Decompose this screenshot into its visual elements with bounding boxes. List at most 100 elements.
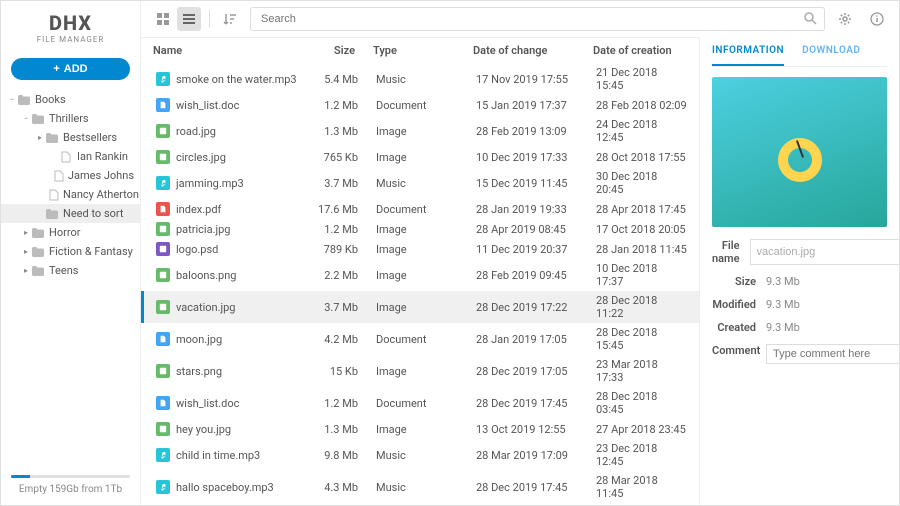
- col-size[interactable]: Size: [313, 44, 373, 57]
- file-row[interactable]: circles.jpg765 KbImage10 Dec 2019 17:332…: [141, 147, 699, 167]
- settings-button[interactable]: [833, 7, 857, 31]
- file-size: 4.3 Mb: [316, 481, 376, 494]
- file-type: Music: [376, 73, 476, 86]
- tree-toggle-icon[interactable]: ▸: [21, 266, 31, 275]
- tab-download[interactable]: DOWNLOAD: [802, 37, 860, 66]
- image-file-icon: [156, 124, 170, 138]
- grid-view-button[interactable]: [151, 7, 175, 31]
- created-label: Created: [712, 321, 766, 334]
- tree-toggle-icon[interactable]: −: [21, 114, 31, 123]
- add-button[interactable]: + ADD: [11, 58, 130, 80]
- tree-item[interactable]: ▸ Fiction & Fantasy: [1, 242, 140, 261]
- file-change: 28 Dec 2019 17:45: [476, 481, 596, 494]
- tree-item[interactable]: Ian Rankin: [1, 147, 140, 166]
- storage-text: Empty 159Gb from 1Tb: [11, 484, 130, 495]
- search-icon: [804, 12, 817, 28]
- doc-file-icon: [156, 332, 170, 346]
- pdf-file-icon: [156, 202, 170, 216]
- file-change: 28 Apr 2019 08:45: [476, 223, 596, 236]
- file-row[interactable]: stars.png15 KbImage28 Dec 2019 17:0523 M…: [141, 355, 699, 387]
- file-row[interactable]: baloons.png2.2 MbImage28 Feb 2019 09:451…: [141, 259, 699, 291]
- tab-information[interactable]: INFORMATION: [712, 37, 784, 66]
- file-type: Document: [376, 99, 476, 112]
- folder-icon: [31, 246, 45, 258]
- folder-icon: [31, 265, 45, 277]
- tree-item[interactable]: ▸Teens: [1, 261, 140, 280]
- tree-item[interactable]: −Thrillers: [1, 109, 140, 128]
- file-type: Music: [376, 449, 476, 462]
- col-change[interactable]: Date of change: [473, 44, 593, 57]
- image-file-icon: [156, 422, 170, 436]
- filename-input[interactable]: [750, 239, 899, 265]
- file-type: Image: [376, 365, 476, 378]
- file-row[interactable]: index.pdf17.6 MbDocument28 Jan 2019 19:3…: [141, 199, 699, 219]
- col-create[interactable]: Date of creation: [593, 44, 687, 57]
- folder-icon: [31, 113, 45, 125]
- file-size: 3.7 Mb: [316, 177, 376, 190]
- folder-icon: [17, 94, 31, 106]
- file-change: 15 Jan 2019 17:37: [476, 99, 596, 112]
- file-row[interactable]: moon.jpg4.2 MbDocument28 Jan 2019 17:052…: [141, 323, 699, 355]
- file-create: 28 Jan 2018 11:45: [596, 243, 687, 256]
- file-create: 23 Dec 2018 12:45: [596, 442, 687, 468]
- tree-item[interactable]: ▸Horror: [1, 223, 140, 242]
- file-row[interactable]: what's on your mind.pdf17.6 MbDocument11…: [141, 503, 699, 505]
- file-create: 27 Apr 2018 23:45: [596, 423, 687, 436]
- tree-item-label: Bestsellers: [63, 131, 117, 144]
- file-change: 28 Feb 2019 09:45: [476, 269, 596, 282]
- tree-item-label: Fiction & Fantasy: [49, 245, 133, 258]
- file-row[interactable]: wish_list.doc1.2 MbDocument15 Jan 2019 1…: [141, 95, 699, 115]
- tree-item[interactable]: − Books: [1, 90, 140, 109]
- file-type: Music: [376, 481, 476, 494]
- tree-item-label: Books: [35, 93, 66, 106]
- file-change: 28 Jan 2019 17:05: [476, 333, 596, 346]
- image-file-icon: [156, 268, 170, 282]
- tree-toggle-icon[interactable]: ▸: [21, 228, 31, 237]
- info-button[interactable]: [865, 7, 889, 31]
- file-create: 24 Dec 2018 12:45: [596, 118, 687, 144]
- gear-icon: [838, 12, 852, 26]
- col-name[interactable]: Name: [153, 44, 313, 57]
- file-row[interactable]: logo.psd789 KbImage11 Dec 2019 20:3728 J…: [141, 239, 699, 259]
- file-row[interactable]: wish_list.doc1.2 MbDocument28 Dec 2019 1…: [141, 387, 699, 419]
- file-size: 1.2 Mb: [316, 223, 376, 236]
- file-row[interactable]: patricia.jpg1.2 MbImage28 Apr 2019 08:45…: [141, 219, 699, 239]
- tree-item[interactable]: Nancy Atherton: [1, 185, 140, 204]
- tree-toggle-icon[interactable]: −: [7, 95, 17, 104]
- tree-item-label: Nancy Atherton: [63, 188, 139, 201]
- file-row[interactable]: child in time.mp39.8 MbMusic28 Mar 2019 …: [141, 439, 699, 471]
- search-input[interactable]: [250, 7, 825, 31]
- file-row[interactable]: hey you.jpg1.3 MbImage13 Oct 2019 12:552…: [141, 419, 699, 439]
- tree-toggle-icon[interactable]: ▸: [35, 133, 45, 142]
- tree-item[interactable]: ▸ Bestsellers: [1, 128, 140, 147]
- file-row[interactable]: hallo spaceboy.mp34.3 MbMusic28 Dec 2019…: [141, 471, 699, 503]
- file-change: 17 Nov 2019 17:55: [476, 73, 596, 86]
- tree-item[interactable]: Need to sort: [1, 204, 140, 223]
- file-create: 30 Dec 2018 20:45: [596, 170, 687, 196]
- list-view-button[interactable]: [177, 7, 201, 31]
- file-change: 28 Dec 2019 17:05: [476, 365, 596, 378]
- tree-item[interactable]: James Johns: [1, 166, 140, 185]
- file-name: logo.psd: [176, 243, 218, 256]
- col-type[interactable]: Type: [373, 44, 473, 57]
- file-row[interactable]: smoke on the water.mp35.4 MbMusic17 Nov …: [141, 63, 699, 95]
- file-change: 10 Dec 2019 17:33: [476, 151, 596, 164]
- file-name: road.jpg: [176, 125, 216, 138]
- tree-toggle-icon[interactable]: ▸: [21, 247, 31, 256]
- file-size: 15 Kb: [316, 365, 376, 378]
- file-create: 28 Dec 2018 03:45: [596, 390, 687, 416]
- file-row[interactable]: road.jpg1.3 MbImage28 Feb 2019 13:0924 D…: [141, 115, 699, 147]
- file-size: 17.6 Mb: [316, 203, 376, 216]
- tree-item-label: Ian Rankin: [77, 150, 128, 163]
- storage-meter: Empty 159Gb from 1Tb: [1, 467, 140, 505]
- file-type: Image: [376, 243, 476, 256]
- comment-input[interactable]: [766, 344, 899, 364]
- comment-label: Comment: [712, 344, 766, 364]
- sort-button[interactable]: [218, 7, 242, 31]
- file-type: Image: [376, 269, 476, 282]
- file-size: 1.3 Mb: [316, 423, 376, 436]
- file-row[interactable]: jamming.mp33.7 MbMusic15 Dec 2019 11:453…: [141, 167, 699, 199]
- file-name: jamming.mp3: [176, 177, 244, 190]
- file-row[interactable]: vacation.jpg3.7 MbImage28 Dec 2019 17:22…: [141, 291, 699, 323]
- file-create: 28 Dec 2018 15:45: [596, 326, 687, 352]
